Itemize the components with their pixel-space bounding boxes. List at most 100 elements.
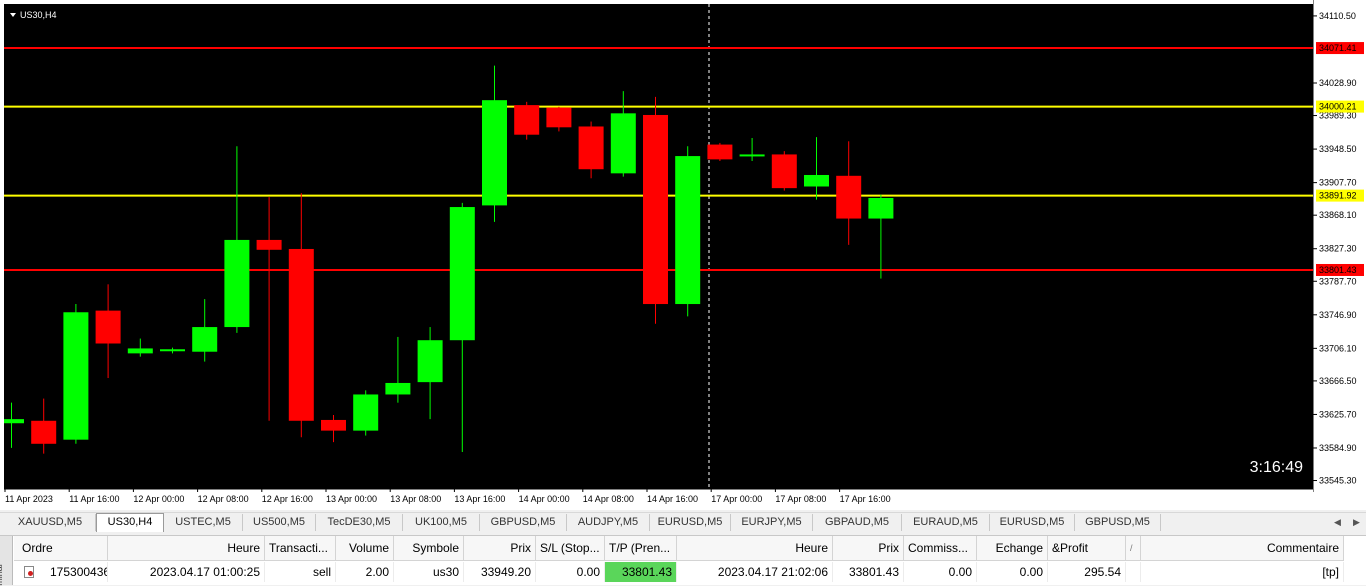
chart-tab[interactable]: EURAUD,M5: [902, 514, 990, 531]
column-header[interactable]: T/P (Pren...: [605, 536, 677, 561]
candle: [417, 327, 443, 420]
chart-plot-area[interactable]: US30,H4 3:16:49: [4, 4, 1313, 489]
column-header[interactable]: Symbole: [394, 536, 464, 561]
price-level-tag: 33801.43: [1316, 263, 1364, 276]
chart-tab[interactable]: EURUSD,M5: [990, 514, 1075, 531]
candle: [63, 304, 89, 444]
tab-scroll-right-icon[interactable]: ▶: [1353, 514, 1360, 531]
price-tick-label: 33827.30: [1319, 244, 1357, 254]
svg-text:33801.43: 33801.43: [1319, 265, 1357, 275]
candle: [31, 398, 57, 454]
table-cell[interactable]: 33801.43: [605, 562, 677, 582]
terminal-side-text: minal: [0, 564, 4, 586]
column-header[interactable]: Ordre: [14, 536, 108, 561]
column-header[interactable]: S/L (Stop...: [536, 536, 605, 561]
candle: [643, 96, 668, 324]
time-tick-label: 14 Apr 16:00: [647, 494, 698, 504]
table-cell[interactable]: 2.00: [336, 562, 394, 582]
chart-tab[interactable]: UK100,M5: [403, 514, 480, 531]
table-cell[interactable]: [tp]: [1141, 562, 1344, 582]
candle: [836, 141, 862, 245]
candle: [707, 142, 733, 162]
table-cell[interactable]: 2023.04.17 21:02:06: [677, 562, 833, 582]
column-header[interactable]: Heure: [677, 536, 833, 561]
chart-tab[interactable]: EURJPY,M5: [731, 514, 813, 531]
table-cell[interactable]: 295.54: [1048, 562, 1126, 582]
table-cell[interactable]: 2023.04.17 01:00:25: [108, 562, 265, 582]
time-tick-label: 13 Apr 00:00: [326, 494, 377, 504]
chart-tab[interactable]: GBPUSD,M5: [1075, 514, 1161, 531]
price-tick-label: 33868.10: [1319, 210, 1357, 220]
candle: [127, 338, 153, 357]
column-header[interactable]: Echange: [977, 536, 1048, 561]
time-tick-label: 17 Apr 08:00: [775, 494, 826, 504]
time-tick-label: 13 Apr 16:00: [454, 494, 505, 504]
price-tick-label: 33787.70: [1319, 276, 1357, 286]
chart-tab[interactable]: GBPUSD,M5: [480, 514, 567, 531]
table-cell[interactable]: 0.00: [977, 562, 1048, 582]
time-axis[interactable]: 11 Apr 2023 11 Apr 16:00 12 Apr 00:00 12 Ap…: [0, 489, 1313, 509]
price-tick-label: 33584.90: [1319, 443, 1357, 453]
time-tick-label: 14 Apr 08:00: [583, 494, 634, 504]
chart-tab-bar: XAUUSD,M5 US30,H4 USTEC,M5 US500,M5 TecDE30,…: [0, 512, 1366, 532]
chart-symbol-label[interactable]: US30,H4: [10, 10, 57, 20]
candle: [4, 402, 24, 448]
time-tick-label: 14 Apr 00:00: [519, 494, 570, 504]
terminal-side-label[interactable]: minal: [0, 536, 13, 586]
price-tick-label: 33948.50: [1319, 144, 1357, 154]
column-header[interactable]: Prix: [464, 536, 536, 561]
candle: [95, 284, 121, 379]
column-header[interactable]: Volume: [336, 536, 394, 561]
column-header[interactable]: Heure: [108, 536, 265, 561]
table-cell[interactable]: [1126, 562, 1141, 582]
column-header[interactable]: Commentaire: [1141, 536, 1344, 561]
dropdown-arrow-icon[interactable]: [10, 13, 16, 17]
candle: [675, 146, 701, 317]
price-tick-label: 33746.90: [1319, 310, 1357, 320]
chart-tab[interactable]: USTEC,M5: [164, 514, 243, 531]
candle: [288, 193, 314, 438]
column-header[interactable]: Commiss...: [904, 536, 977, 561]
chart-tab[interactable]: EURUSD,M5: [650, 514, 731, 531]
column-header[interactable]: Transacti...: [265, 536, 336, 561]
table-cell[interactable]: 0.00: [536, 562, 605, 582]
table-cell[interactable]: sell: [265, 562, 336, 582]
svg-text:34071.41: 34071.41: [1319, 43, 1357, 53]
time-tick-label: 12 Apr 16:00: [262, 494, 313, 504]
price-tick-label: 33666.50: [1319, 376, 1357, 386]
candle: [256, 197, 282, 421]
chart-tab[interactable]: GBPAUD,M5: [813, 514, 902, 531]
table-cell[interactable]: 33949.20: [464, 562, 536, 582]
time-tick-label: 17 Apr 00:00: [711, 494, 762, 504]
candle: [385, 336, 411, 403]
column-header[interactable]: /: [1126, 536, 1141, 561]
column-header[interactable]: &Profit: [1048, 536, 1126, 561]
svg-text:33891.92: 33891.92: [1319, 191, 1357, 201]
candle: [804, 137, 829, 200]
chart-tab[interactable]: AUDJPY,M5: [567, 514, 650, 531]
table-cell[interactable]: 33801.43: [833, 562, 904, 582]
time-tick-label: 12 Apr 08:00: [198, 494, 249, 504]
candle: [353, 390, 379, 436]
chart-tab[interactable]: US500,M5: [243, 514, 316, 531]
symbol-text: US30,H4: [20, 10, 57, 20]
candle: [868, 194, 894, 279]
table-cell[interactable]: us30: [394, 562, 464, 582]
price-tick-label: 33625.70: [1319, 409, 1357, 419]
chart-tab[interactable]: XAUUSD,M5: [5, 514, 96, 531]
candle-countdown-clock: 3:16:49: [1249, 459, 1303, 476]
chart-window[interactable]: US30,H4 3:16:49 34110.50 34028.90 33989.30…: [0, 0, 1366, 510]
column-header[interactable]: Prix: [833, 536, 904, 561]
candle: [514, 101, 540, 140]
price-tick-label: 33545.30: [1319, 476, 1357, 486]
candle: [610, 91, 636, 177]
price-level-tag: 34071.41: [1316, 42, 1364, 55]
chart-tab[interactable]: TecDE30,M5: [316, 514, 403, 531]
candle: [482, 65, 507, 222]
chart-tab[interactable]: US30,H4: [96, 513, 164, 532]
price-axis[interactable]: 34110.5034028.9033989.3033948.5033907.70…: [1313, 0, 1366, 492]
candle: [321, 415, 346, 443]
candle: [771, 151, 797, 191]
table-cell[interactable]: 0.00: [904, 562, 977, 582]
tab-scroll-left-icon[interactable]: ◀: [1334, 514, 1341, 531]
